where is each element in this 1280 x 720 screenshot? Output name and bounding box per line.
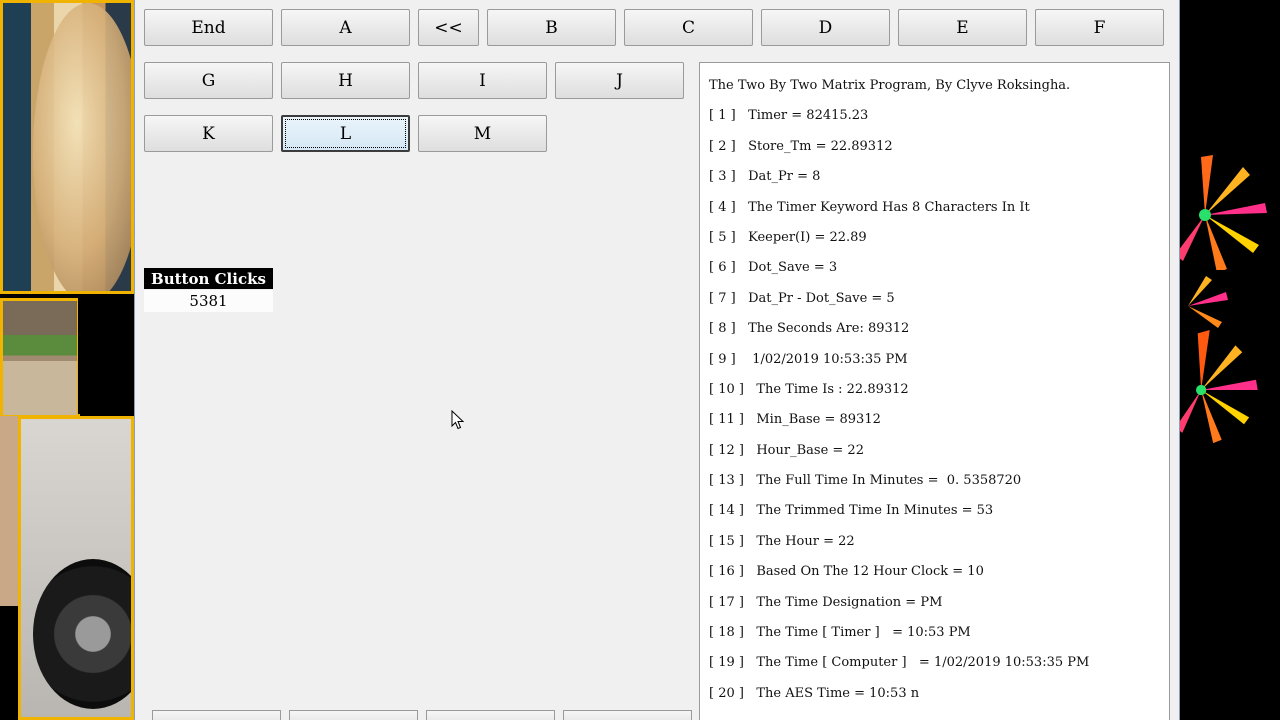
b-button[interactable]: B	[487, 9, 616, 46]
app-window: End A << B C D E F G H I J K L M Button …	[134, 0, 1180, 720]
f-button[interactable]: F	[1035, 9, 1164, 46]
output-title: The Two By Two Matrix Program, By Clyve …	[709, 78, 1071, 93]
bottom-button[interactable]	[152, 710, 281, 720]
output-line: [ 7 ] Dat_Pr - Dot_Save = 5	[709, 290, 895, 306]
h-button[interactable]: H	[281, 62, 410, 99]
output-line: [ 4 ] The Timer Keyword Has 8 Characters…	[709, 199, 1030, 215]
output-line: [ 17 ] The Time Designation = PM	[709, 594, 943, 610]
output-line: [ 16 ] Based On The 12 Hour Clock = 10	[709, 564, 984, 580]
j-button[interactable]: J	[555, 62, 684, 99]
a-button[interactable]: A	[281, 9, 410, 46]
output-listbox[interactable]: The Two By Two Matrix Program, By Clyve …	[699, 62, 1170, 720]
bottom-button[interactable]	[426, 710, 555, 720]
output-line: [ 13 ] The Full Time In Minutes = 0. 535…	[709, 473, 1022, 489]
yard-photo	[0, 298, 80, 418]
end-button[interactable]: End	[144, 9, 273, 46]
output-line: [ 3 ] Dat_Pr = 8	[709, 169, 821, 185]
d-button[interactable]: D	[761, 9, 890, 46]
flower-graphic	[1180, 155, 1267, 270]
g-button[interactable]: G	[144, 62, 273, 99]
button-clicks-value: 5381	[144, 290, 273, 312]
m-button[interactable]: M	[418, 115, 547, 152]
output-line: [ 1 ] Timer = 82415.23	[709, 108, 869, 124]
bottom-button[interactable]	[563, 710, 692, 720]
output-line: [ 8 ] The Seconds Are: 89312	[709, 321, 910, 337]
back-button[interactable]: <<	[418, 9, 479, 46]
black-tile	[78, 298, 134, 414]
output-line: [ 14 ] The Trimmed Time In Minutes = 53	[709, 503, 994, 519]
output-line: [ 10 ] The Time Is : 22.89312	[709, 381, 909, 397]
c-button[interactable]: C	[624, 9, 753, 46]
output-line: [ 9 ] 1/02/2019 10:53:35 PM	[709, 351, 908, 367]
output-line: [ 12 ] Hour_Base = 22	[709, 442, 864, 458]
desktop-background-right	[1180, 0, 1280, 720]
output-line: [ 6 ] Dot_Save = 3	[709, 260, 838, 276]
i-button[interactable]: I	[418, 62, 547, 99]
output-line: [ 11 ] Min_Base = 89312	[709, 412, 881, 428]
portrait-photo	[0, 0, 134, 294]
flower-graphic	[1180, 330, 1258, 444]
desktop-background-left	[0, 0, 134, 720]
output-line: [ 18 ] The Time [ Timer ] = 10:53 PM	[709, 625, 971, 641]
output-line: [ 15 ] The Hour = 22	[709, 533, 855, 549]
l-button[interactable]: L	[281, 115, 410, 152]
gravel-photo	[0, 416, 20, 606]
bottom-button[interactable]	[289, 710, 418, 720]
mouse-pointer-icon	[451, 410, 465, 430]
e-button[interactable]: E	[898, 9, 1027, 46]
motorcycle-photo	[18, 416, 134, 720]
k-button[interactable]: K	[144, 115, 273, 152]
flower-graphic	[1188, 276, 1228, 328]
output-line: [ 19 ] The Time [ Computer ] = 1/02/2019…	[709, 655, 1090, 671]
output-line: [ 20 ] The AES Time = 10:53 n	[709, 685, 920, 701]
output-line: [ 2 ] Store_Tm = 22.89312	[709, 138, 893, 154]
button-clicks-label: Button Clicks	[144, 268, 273, 289]
output-line: [ 5 ] Keeper(I) = 22.89	[709, 229, 867, 245]
